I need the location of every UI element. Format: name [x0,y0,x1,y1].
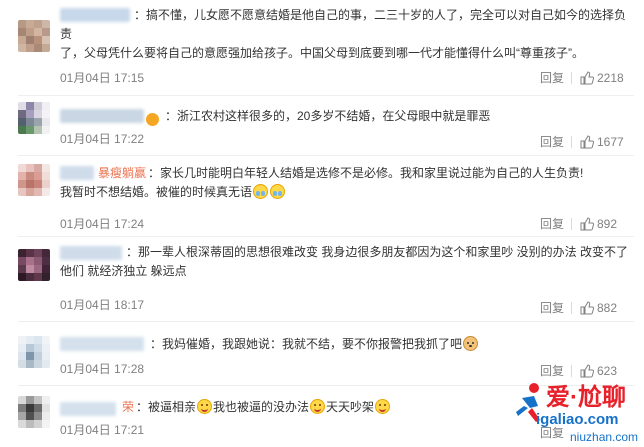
reply-button[interactable]: 回复 [540,135,564,149]
smiling-face-emoji-icon [375,399,391,414]
avatar[interactable] [18,249,50,281]
comment-actions: 回复 623 [540,364,634,378]
site-watermark: 爱·尬聊 igaliao.com niuzhan.com [510,380,644,447]
comment-item: ：那一辈人根深蒂固的思想很难改变 我身边很多朋友都因为这个和家里吵 没别的办法 … [0,237,644,322]
comment-timestamp: 01月04日 17:21 [60,423,145,437]
comment-item: ：我妈催婚，我跟她说：我就不结，要不你报警把我抓了吧 01月04日 17:28 … [0,322,644,386]
like-count: 892 [597,217,618,231]
divider [571,302,572,314]
username-link[interactable]: 暴瘦躺赢 [98,166,146,180]
reply-button[interactable]: 回复 [540,71,564,85]
comment-body-line1: ：那一辈人根深蒂固的思想很难改变 我身边很多朋友都因为这个和家里吵 没别的办法 … [126,245,629,259]
like-count: 1677 [597,135,624,149]
comment-item: 暴瘦躺赢 ：家长几时能明白年轻人结婚是选修不是必修。我和家里说过能为自己的人生负责… [0,156,644,237]
comment-actions: 回复 2218 [540,71,634,85]
smiling-face-emoji-icon [310,399,326,414]
comment-actions: 回复 892 [540,217,634,231]
divider [571,365,572,377]
divider [571,218,572,230]
reply-button[interactable]: 回复 [540,364,564,378]
comment-timestamp: 01月04日 17:28 [60,362,145,376]
comment-body-part2: 我也被逼的没办法 [213,400,310,414]
comment-text: ：那一辈人根深蒂固的思想很难改变 我身边很多朋友都因为这个和家里吵 没别的办法 … [60,243,628,281]
avatar[interactable] [18,396,50,428]
crying-face-emoji-icon [270,184,286,199]
comment-body-part3: 天天吵架 [326,400,375,414]
watermark-title: 爱·尬聊 [546,384,626,411]
comment-text: V：浙江农村这样很多的，20多岁不结婚，在父母眼中就是罪恶 [60,107,628,126]
thumbs-up-icon [580,301,594,315]
comment-text: ：搞不懂，儿女愿不愿意结婚是他自己的事，二三十岁的人了，完全可以对自己如今的选择… [60,6,628,63]
comment-body-line2: 我暂时不想结婚。被催的时候真无语 [60,185,253,199]
reply-button[interactable]: 回复 [540,301,564,315]
username-link[interactable]: 荣 [122,400,134,414]
like-button[interactable]: 2218 [580,71,632,85]
thumbs-up-icon [580,364,594,378]
avatar[interactable] [18,102,50,134]
comment-timestamp: 01月04日 17:15 [60,71,145,85]
comment-timestamp: 01月04日 18:17 [60,298,145,312]
comment-text: 暴瘦躺赢 ：家长几时能明白年轻人结婚是选修不是必修。我和家里说过能为自己的人生负责… [60,164,628,202]
verified-badge-icon: V [146,113,238,126]
comment-body-line2: 了，父母凭什么要将自己的意愿强加给孩子。中国父母到底要到哪一代才能懂得什么叫“尊… [60,46,584,60]
divider [571,72,572,84]
comment-actions: 回复 1677 [540,135,634,149]
reply-button[interactable]: 回复 [540,217,564,231]
divider [571,136,572,148]
watermark-site: niuzhan.com [570,430,639,444]
comment-actions: 回复 882 [540,301,634,315]
comment-item: ：搞不懂，儿女愿不愿意结婚是他自己的事，二三十岁的人了，完全可以对自己如今的选择… [0,0,644,96]
like-button[interactable]: 623 [580,364,632,378]
avatar[interactable] [18,164,50,196]
avatar[interactable] [18,336,50,368]
comment-timestamp: 01月04日 17:22 [60,132,145,146]
thumbs-up-icon [580,71,594,85]
crying-face-emoji-icon [253,184,269,199]
comment-body-line1: ：家长几时能明白年轻人结婚是选修不是必修。我和家里说过能为自己的人生负责! [148,166,584,180]
like-button[interactable]: 892 [580,217,632,231]
comment-item: V：浙江农村这样很多的，20多岁不结婚，在父母眼中就是罪恶 01月04日 17:… [0,96,644,156]
comment-body-line2: 他们 就经济独立 躲远点 [60,264,187,278]
comment-body-line1: ：我妈催婚，我跟她说：我就不结，要不你报警把我抓了吧 [150,337,463,351]
comment-text: ：我妈催婚，我跟她说：我就不结，要不你报警把我抓了吧 [60,335,628,354]
comment-body-part1: ：被逼相亲 [136,400,197,414]
thumbs-up-icon [580,135,594,149]
comment-timestamp: 01月04日 17:24 [60,217,145,231]
thumbs-up-icon [580,217,594,231]
comment-body-line1: ：搞不懂，儿女愿不愿意结婚是他自己的事，二三十岁的人了，完全可以对自己如今的选择… [60,8,627,41]
like-count: 882 [597,301,618,315]
like-count: 623 [597,364,618,378]
watermark-url: igaliao.com [536,411,619,428]
comment-body-line1: ：浙江农村这样很多的，20多岁不结婚，在父母眼中就是罪恶 [165,109,491,123]
like-count: 2218 [597,71,624,85]
like-button[interactable]: 1677 [580,135,632,149]
like-button[interactable]: 882 [580,301,632,315]
smiling-face-emoji-icon [197,399,213,414]
avatar[interactable] [18,20,50,52]
doge-emoji-icon [463,336,479,351]
